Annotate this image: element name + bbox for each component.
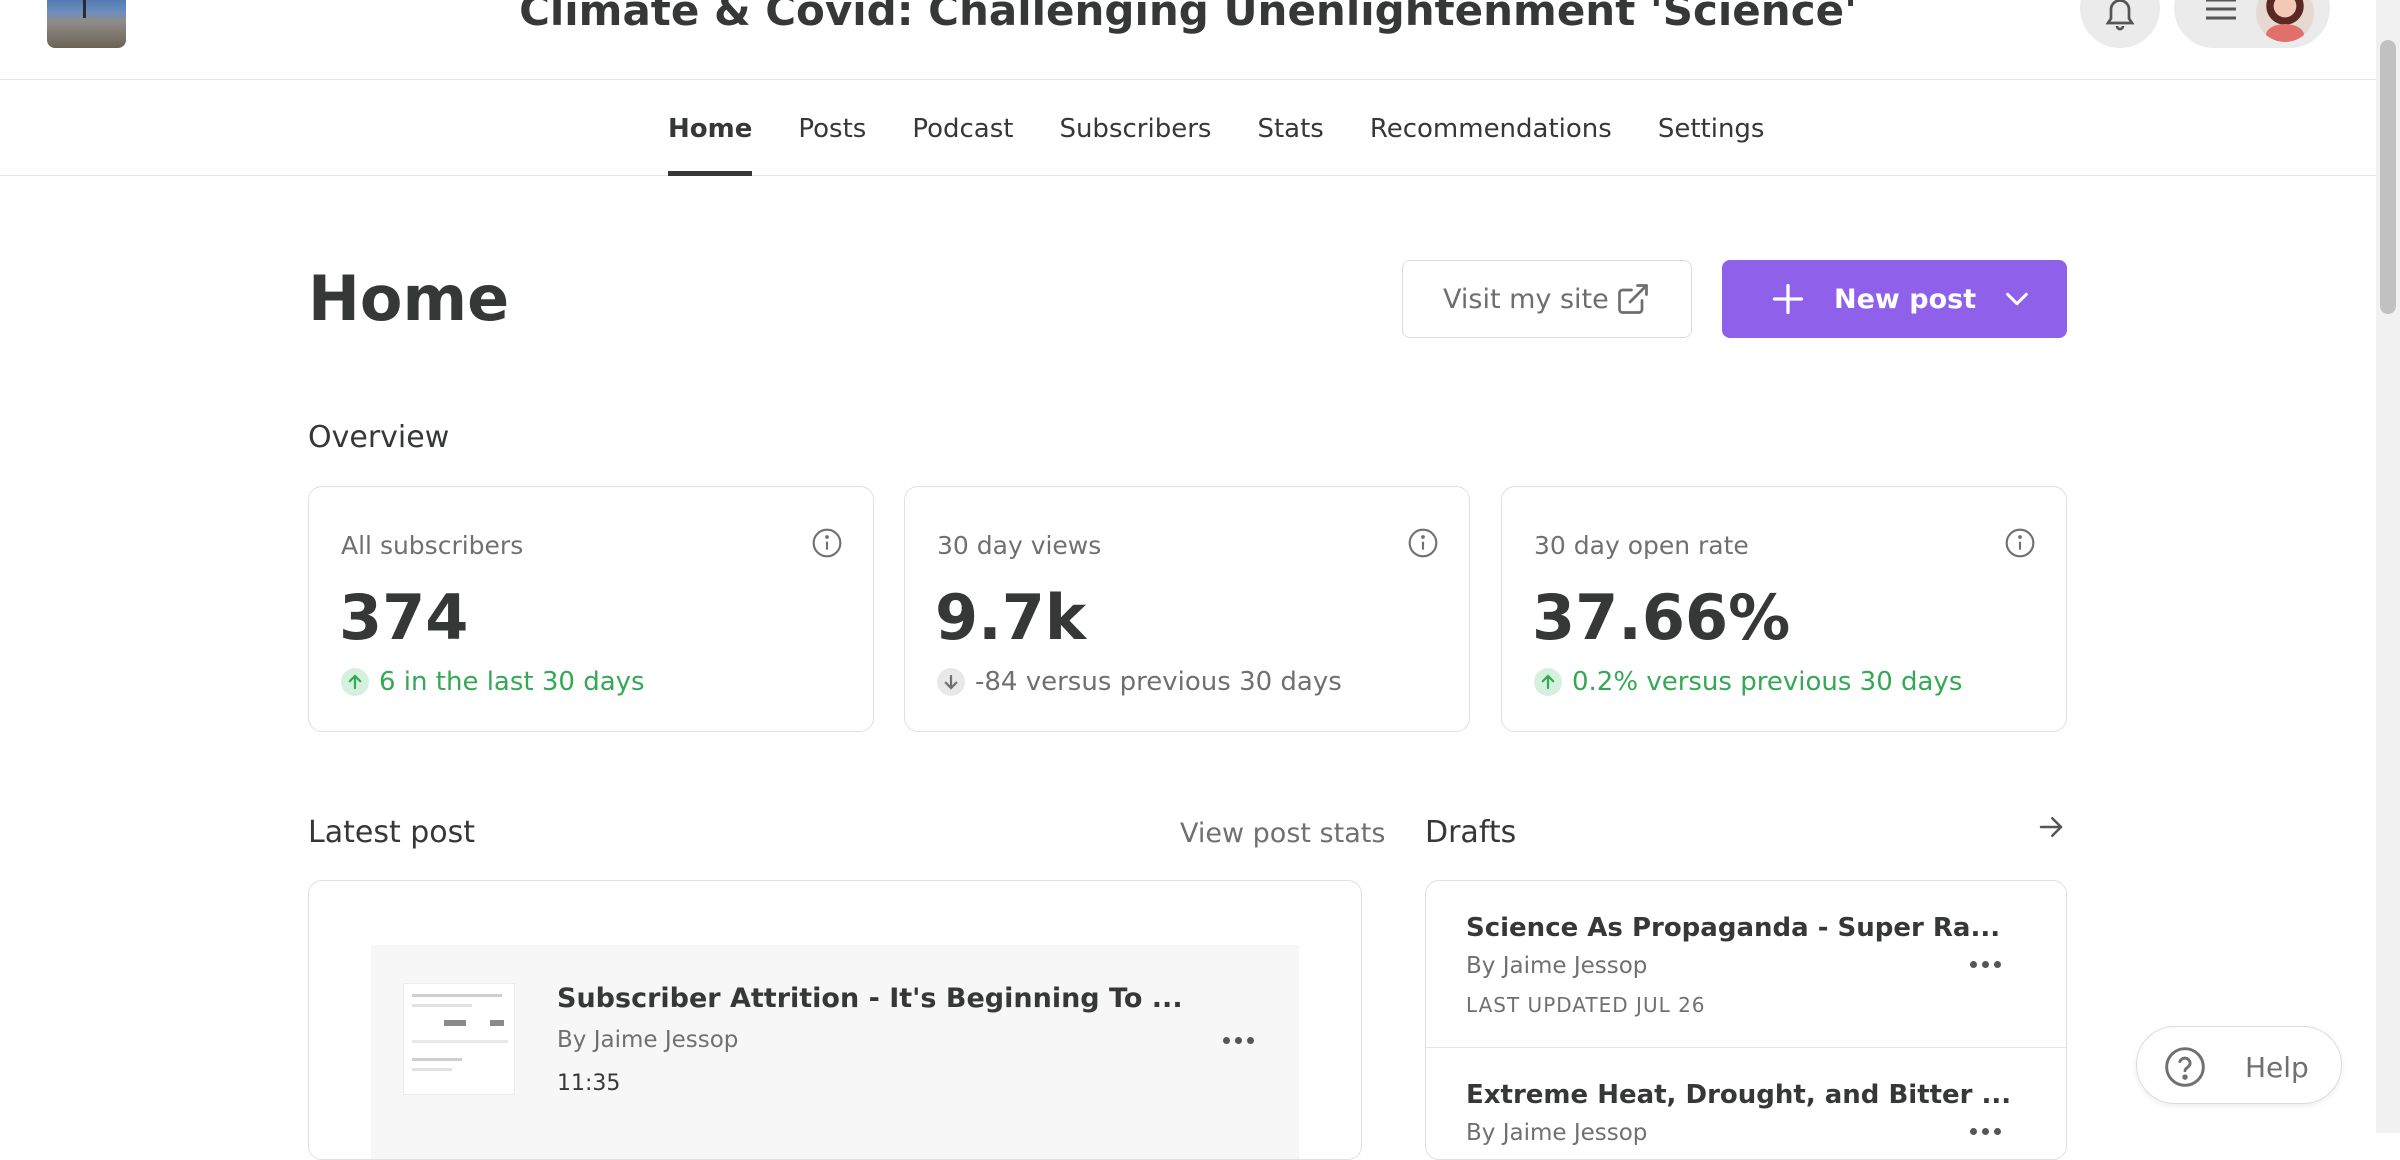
publication-title[interactable]: Climate & Covid: Challenging Unenlighten…	[0, 0, 2376, 35]
stat-label: 30 day open rate	[1534, 531, 1749, 560]
draft-author: By Jaime Jessop	[1466, 953, 1648, 979]
help-label: Help	[2245, 1051, 2309, 1084]
top-header: Climate & Covid: Challenging Unenlighten…	[0, 0, 2376, 80]
stat-trend-text: 0.2% versus previous 30 days	[1572, 667, 1963, 697]
stat-value: 9.7k	[935, 581, 1087, 654]
info-icon[interactable]	[811, 527, 843, 559]
draft-author: By Jaime Jessop	[1466, 1120, 1648, 1146]
latest-post-card: Subscriber Attrition - It's Beginning To…	[308, 880, 1362, 1160]
external-link-icon	[1618, 284, 1648, 314]
info-icon[interactable]	[2004, 527, 2036, 559]
nav-tab-subscribers[interactable]: Subscribers	[1059, 114, 1211, 176]
latest-post-author: By Jaime Jessop	[557, 1027, 739, 1053]
chevron-down-icon[interactable]	[2003, 288, 2031, 310]
stat-trend-text: -84 versus previous 30 days	[975, 667, 1342, 697]
arrow-up-icon	[1534, 668, 1562, 696]
account-menu-button[interactable]	[2174, 0, 2330, 48]
stat-label: 30 day views	[937, 531, 1102, 560]
stat-card-views[interactable]: 30 day views 9.7k -84 versus previous 30…	[904, 486, 1470, 732]
overview-heading: Overview	[308, 420, 450, 455]
nav-tab-settings[interactable]: Settings	[1658, 114, 1765, 176]
plus-icon	[1772, 283, 1804, 315]
more-options-icon[interactable]	[1970, 961, 2001, 968]
view-post-stats-link[interactable]: View post stats	[1180, 818, 1385, 849]
latest-post-title[interactable]: Subscriber Attrition - It's Beginning To…	[557, 983, 1183, 1014]
stat-trend-text: 6 in the last 30 days	[379, 667, 645, 697]
dashboard-nav: Home Posts Podcast Subscribers Stats Rec…	[0, 80, 2376, 176]
arrow-up-icon	[341, 668, 369, 696]
hamburger-menu-icon	[2206, 0, 2236, 20]
stat-card-open-rate[interactable]: 30 day open rate 37.66% 0.2% versus prev…	[1501, 486, 2067, 732]
arrow-right-icon[interactable]	[2036, 812, 2066, 842]
stat-label: All subscribers	[341, 531, 524, 560]
latest-post-heading: Latest post	[308, 815, 476, 850]
stat-value: 37.66%	[1532, 581, 1791, 654]
visit-site-label: Visit my site	[1443, 283, 1609, 315]
user-avatar	[2256, 0, 2314, 42]
latest-post-duration: 11:35	[557, 1071, 621, 1096]
new-post-label: New post	[1834, 284, 1977, 315]
bell-icon	[2105, 0, 2135, 31]
nav-tab-podcast[interactable]: Podcast	[912, 114, 1013, 176]
stat-card-subscribers[interactable]: All subscribers 374 6 in the last 30 day…	[308, 486, 874, 732]
latest-post-item[interactable]: Subscriber Attrition - It's Beginning To…	[371, 945, 1299, 1159]
nav-tab-posts[interactable]: Posts	[798, 114, 866, 176]
visit-site-button[interactable]: Visit my site	[1402, 260, 1692, 338]
draft-title[interactable]: Science As Propaganda - Super Ra...	[1466, 913, 2000, 943]
stat-trend: -84 versus previous 30 days	[937, 667, 1342, 697]
page-title: Home	[308, 262, 510, 335]
drafts-card: Science As Propaganda - Super Ra... By J…	[1425, 880, 2067, 1160]
info-icon[interactable]	[1407, 527, 1439, 559]
draft-item[interactable]: Extreme Heat, Drought, and Bitter ... By…	[1426, 1047, 2066, 1159]
stat-trend: 6 in the last 30 days	[341, 667, 645, 697]
draft-updated: LAST UPDATED JUL 26	[1466, 993, 1706, 1017]
more-options-icon[interactable]	[1970, 1128, 2001, 1135]
draft-item[interactable]: Science As Propaganda - Super Ra... By J…	[1426, 881, 2066, 1047]
post-thumbnail	[403, 983, 515, 1095]
new-post-button[interactable]: New post	[1722, 260, 2067, 338]
question-mark-icon	[2165, 1047, 2205, 1087]
scrollbar-thumb[interactable]	[2380, 40, 2396, 314]
help-button[interactable]: Help	[2136, 1026, 2342, 1104]
nav-tab-recommendations[interactable]: Recommendations	[1370, 114, 1612, 176]
stat-value: 374	[339, 581, 469, 654]
nav-tab-stats[interactable]: Stats	[1257, 114, 1323, 176]
draft-title[interactable]: Extreme Heat, Drought, and Bitter ...	[1466, 1080, 2011, 1110]
more-options-icon[interactable]	[1223, 1037, 1254, 1044]
arrow-down-icon	[937, 668, 965, 696]
stat-trend: 0.2% versus previous 30 days	[1534, 667, 1962, 697]
notifications-button[interactable]	[2080, 0, 2160, 48]
page-scrollbar[interactable]	[2376, 0, 2400, 1133]
drafts-heading: Drafts	[1425, 815, 1517, 850]
nav-tab-home[interactable]: Home	[668, 114, 753, 176]
